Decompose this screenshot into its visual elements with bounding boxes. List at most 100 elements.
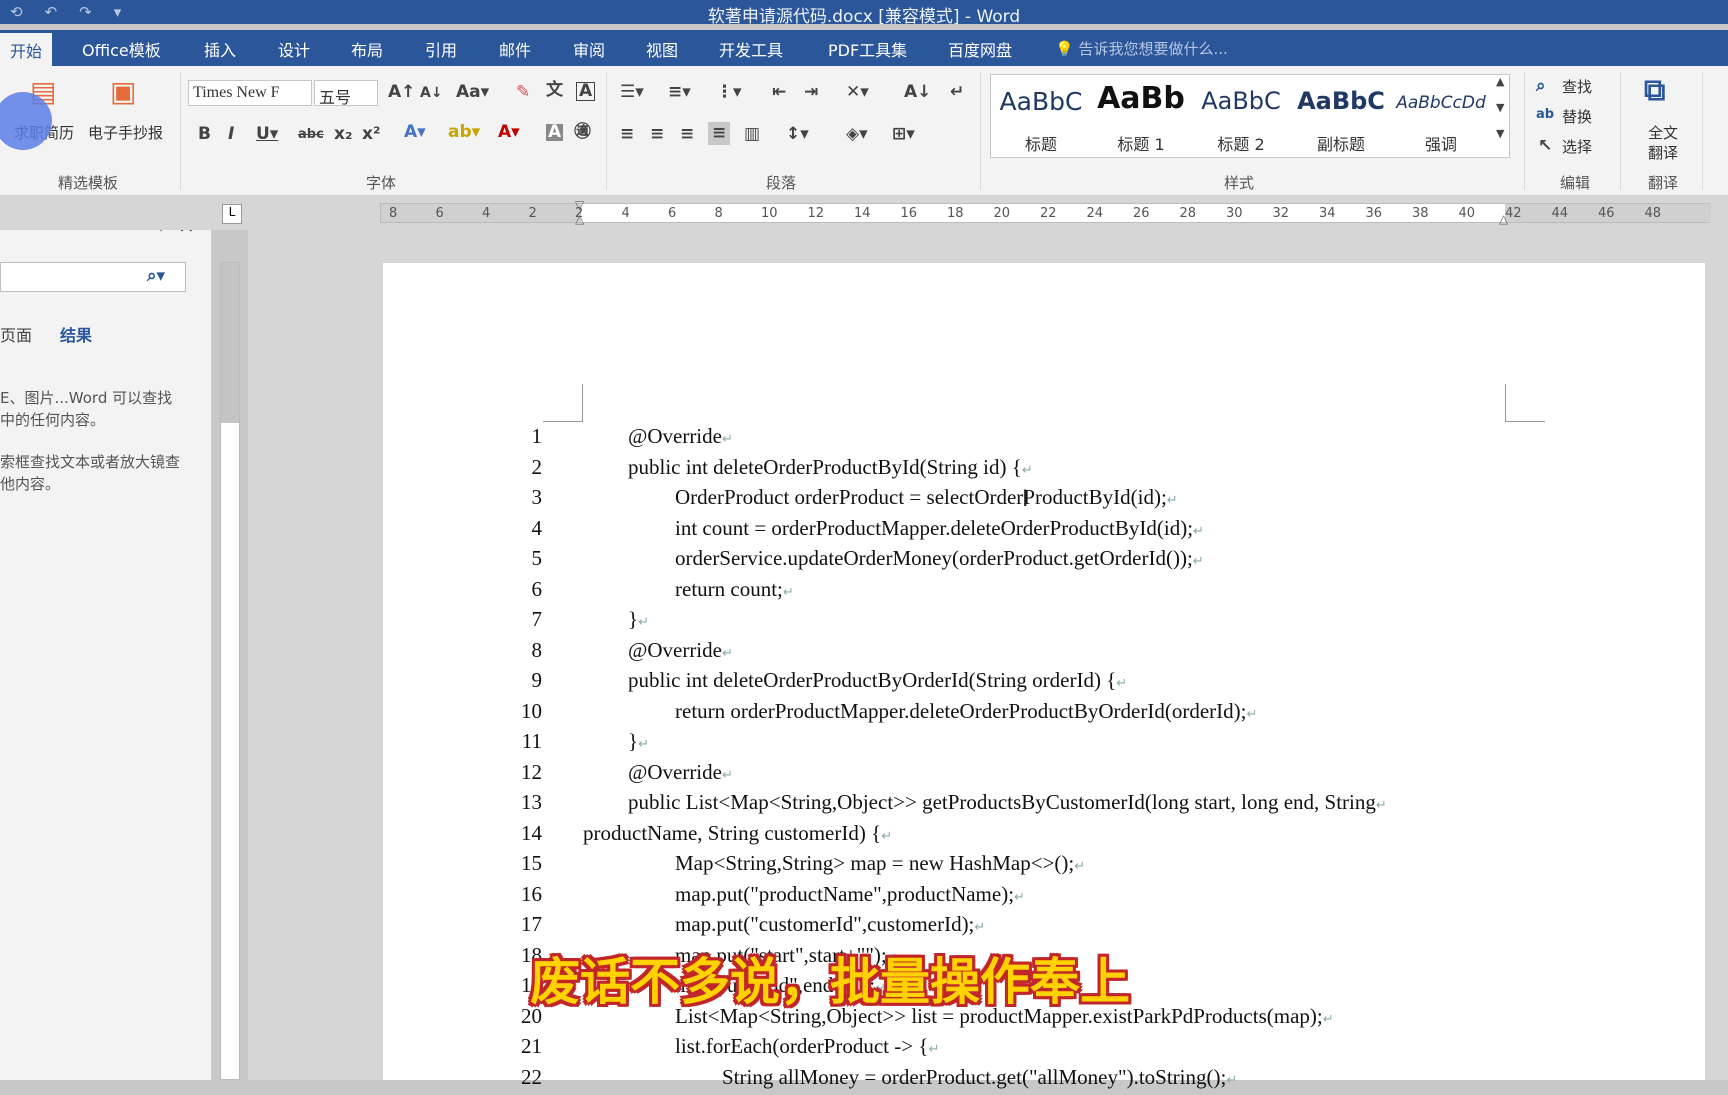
- superscript-icon[interactable]: x²: [362, 126, 380, 143]
- tab-review[interactable]: 审阅: [573, 37, 605, 61]
- decrease-indent-icon[interactable]: ⇤: [772, 84, 786, 101]
- first-line-indent-marker-icon[interactable]: ▽: [575, 198, 584, 212]
- character-border-icon[interactable]: A: [576, 82, 596, 101]
- tab-developer[interactable]: 开发工具: [719, 37, 783, 61]
- code-line[interactable]: 1 @Override↵: [0, 424, 1728, 454]
- code-text[interactable]: @Override↵: [628, 424, 733, 449]
- styles-more-icon[interactable]: ▼: [1496, 128, 1504, 139]
- style-emphasis[interactable]: AaBbCcDd 强调: [1391, 75, 1491, 159]
- full-translate-button[interactable]: 全文: [1648, 122, 1678, 143]
- code-text[interactable]: OrderProduct orderProduct = selectOrderP…: [675, 485, 1178, 510]
- styles-scroll-up-icon[interactable]: ▲: [1496, 76, 1504, 87]
- replace-button[interactable]: 替换: [1562, 106, 1592, 127]
- code-line[interactable]: 4 int count = orderProductMapper.deleteOr…: [0, 516, 1728, 546]
- right-indent-marker-icon[interactable]: △: [1499, 212, 1508, 226]
- shading-icon[interactable]: ◈▾: [846, 126, 868, 143]
- italic-icon[interactable]: I: [228, 126, 234, 143]
- styles-scroll-down-icon[interactable]: ▼: [1496, 102, 1504, 113]
- code-line[interactable]: 2 public int deleteOrderProductById(Strin…: [0, 455, 1728, 485]
- code-line[interactable]: 8 @Override↵: [0, 638, 1728, 668]
- code-text[interactable]: return count;↵: [675, 577, 794, 602]
- increase-indent-icon[interactable]: ⇥: [804, 84, 818, 101]
- code-line[interactable]: 9 public int deleteOrderProductByOrderId(…: [0, 668, 1728, 698]
- highlight-color-icon[interactable]: ab▾: [448, 124, 480, 141]
- align-center-icon[interactable]: ≡: [650, 126, 664, 143]
- hanging-indent-marker-icon[interactable]: △: [575, 212, 584, 226]
- newsletter-template-button[interactable]: 电子手抄报: [88, 122, 163, 143]
- tab-layout[interactable]: 布局: [351, 37, 383, 61]
- phonetic-guide-icon[interactable]: 文: [546, 82, 563, 99]
- style-title[interactable]: AaBbC 标题: [991, 75, 1091, 159]
- font-size-select[interactable]: 五号: [314, 80, 378, 106]
- bullets-icon[interactable]: ☰▾: [620, 84, 644, 101]
- code-text[interactable]: productName, String customerId) {↵: [583, 821, 892, 846]
- code-text[interactable]: map.put("productName",productName);↵: [675, 882, 1025, 907]
- code-text[interactable]: map.put("customerId",customerId);↵: [675, 912, 985, 937]
- align-left-icon[interactable]: ≡: [620, 126, 634, 143]
- search-icon[interactable]: ⌕▾: [147, 268, 165, 285]
- code-text[interactable]: public List<Map<String,Object>> getProdu…: [628, 790, 1387, 815]
- ruler-strip[interactable]: 8 6 4 2 2 4 6 8 10 12 14 16 18 20 22 24 26 28 30 32 34 36 38 40…: [380, 198, 1711, 226]
- font-name-select[interactable]: Times New F: [188, 80, 312, 106]
- multilevel-list-icon[interactable]: ⋮▾: [716, 84, 742, 101]
- subscript-icon[interactable]: x₂: [334, 126, 352, 143]
- chinese-layout-icon[interactable]: ✕▾: [846, 84, 869, 101]
- shrink-font-icon[interactable]: A↓: [420, 86, 443, 100]
- clear-formatting-icon[interactable]: ✎: [516, 84, 530, 101]
- strikethrough-icon[interactable]: abc: [298, 128, 324, 141]
- nav-search-input[interactable]: ⌕▾: [0, 262, 186, 292]
- tab-design[interactable]: 设计: [278, 37, 310, 61]
- code-line[interactable]: 7}↵: [0, 607, 1728, 637]
- code-text[interactable]: orderService.updateOrderMoney(orderProdu…: [675, 546, 1204, 571]
- code-text[interactable]: list.forEach(orderProduct -> {↵: [675, 1034, 939, 1059]
- show-marks-icon[interactable]: ↵: [950, 84, 964, 101]
- tab-insert[interactable]: 插入: [204, 37, 236, 61]
- code-text[interactable]: @Override↵: [628, 760, 733, 785]
- numbering-icon[interactable]: ≡▾: [668, 84, 691, 101]
- find-button[interactable]: 查找: [1562, 76, 1592, 97]
- underline-icon[interactable]: U▾: [256, 126, 278, 143]
- text-effects-icon[interactable]: A▾: [404, 124, 426, 141]
- align-right-icon[interactable]: ≡: [680, 126, 694, 143]
- select-button[interactable]: 选择: [1562, 136, 1592, 157]
- code-line[interactable]: 16 map.put("productName",productName);↵: [0, 882, 1728, 912]
- style-subtitle[interactable]: AaBbC 副标题: [1291, 75, 1391, 159]
- tab-office-templates[interactable]: Office模板: [82, 37, 161, 61]
- tab-references[interactable]: 引用: [425, 37, 457, 61]
- code-text[interactable]: }↵: [628, 729, 649, 754]
- code-text[interactable]: String allMoney = orderProduct.get("allM…: [722, 1065, 1237, 1090]
- tab-mailings[interactable]: 邮件: [499, 37, 531, 61]
- borders-icon[interactable]: ⊞▾: [892, 126, 915, 143]
- code-line[interactable]: 11}↵: [0, 729, 1728, 759]
- code-text[interactable]: return orderProductMapper.deleteOrderPro…: [675, 699, 1257, 724]
- code-line[interactable]: 15 Map<String,String> map = new HashMap<>…: [0, 851, 1728, 881]
- style-heading-2[interactable]: AaBbC 标题 2: [1191, 75, 1291, 159]
- code-text[interactable]: }↵: [628, 607, 649, 632]
- sort-icon[interactable]: A↓: [904, 84, 931, 101]
- distributed-icon[interactable]: ▥: [744, 126, 760, 143]
- change-case-icon[interactable]: Aa▾: [456, 84, 489, 101]
- code-line[interactable]: 5 orderService.updateOrderMoney(orderProd…: [0, 546, 1728, 576]
- code-line[interactable]: 10 return orderProductMapper.deleteOrderP…: [0, 699, 1728, 729]
- bold-icon[interactable]: B: [198, 126, 211, 143]
- nav-tab-pages[interactable]: 页面: [0, 322, 32, 346]
- tab-selector[interactable]: L: [222, 204, 242, 224]
- grow-font-icon[interactable]: A↑: [388, 84, 415, 101]
- code-line[interactable]: 17 map.put("customerId",customerId);↵: [0, 912, 1728, 942]
- code-line[interactable]: 3 OrderProduct orderProduct = selectOrder…: [0, 485, 1728, 515]
- code-text[interactable]: @Override↵: [628, 638, 733, 663]
- code-text[interactable]: int count = orderProductMapper.deleteOrd…: [675, 516, 1204, 541]
- code-text[interactable]: Map<String,String> map = new HashMap<>()…: [675, 851, 1085, 876]
- code-line[interactable]: 13 public List<Map<String,Object>> getPro…: [0, 790, 1728, 820]
- code-line[interactable]: 6 return count;↵: [0, 577, 1728, 607]
- code-line[interactable]: 12 @Override↵: [0, 760, 1728, 790]
- tab-pdf-tools[interactable]: PDF工具集: [828, 37, 907, 61]
- character-shading-icon[interactable]: A: [546, 124, 564, 141]
- tab-view[interactable]: 视图: [646, 37, 678, 61]
- justify-icon[interactable]: ≡: [708, 122, 731, 145]
- tab-home[interactable]: 开始: [0, 33, 53, 66]
- code-line[interactable]: 21 list.forEach(orderProduct -> {↵: [0, 1034, 1728, 1064]
- tell-me-box[interactable]: 💡 告诉我您想要做什么...: [1055, 38, 1228, 59]
- font-color-icon[interactable]: A▾: [498, 124, 520, 141]
- nav-tab-results[interactable]: 结果: [60, 322, 92, 346]
